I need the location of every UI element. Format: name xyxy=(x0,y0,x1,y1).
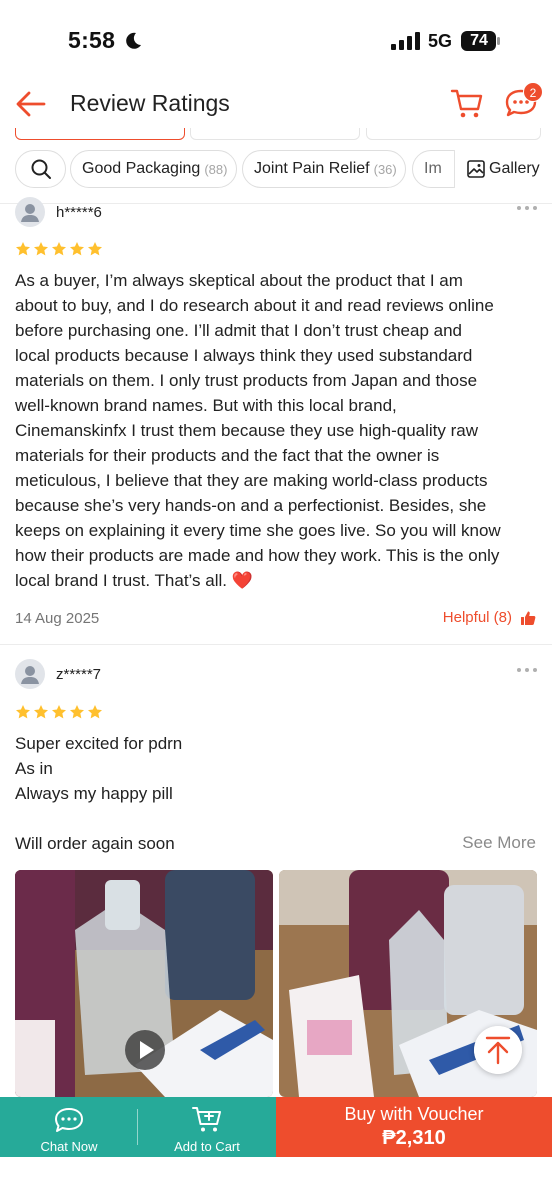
filter-chip-label: Good Packaging xyxy=(82,160,201,177)
star-rating xyxy=(15,241,103,257)
filter-chip-label: Joint Pain Relief xyxy=(254,160,370,177)
review-line: meticulous, I believe that they are maki… xyxy=(15,471,488,490)
cart-icon[interactable] xyxy=(450,86,484,120)
star-icon xyxy=(34,705,48,719)
status-time: 5:58 xyxy=(68,27,116,53)
rating-tab[interactable] xyxy=(366,128,541,140)
bottom-action-bar: Chat Now Add to Cart Buy with Voucher ₱2… xyxy=(0,1097,552,1157)
review-line: Always my happy pill xyxy=(15,784,173,803)
filter-chip-count: (88) xyxy=(204,161,228,177)
buy-with-voucher-button[interactable]: Buy with Voucher ₱2,310 xyxy=(276,1097,552,1157)
status-bar: 5:58 5G 74 xyxy=(0,0,552,80)
filter-chip-joint-pain-relief[interactable]: Joint Pain Relief (36) xyxy=(242,150,406,188)
add-cart-icon xyxy=(192,1107,221,1132)
review-line: about to buy, and I do research about it… xyxy=(15,296,494,315)
review-line: materials for their products and the fac… xyxy=(15,446,440,465)
network-type: 5G xyxy=(428,31,453,51)
review-line: materials on them. I only trust products… xyxy=(15,371,478,390)
search-icon xyxy=(31,159,51,179)
star-icon xyxy=(16,705,30,719)
filter-chip-label: Im xyxy=(424,160,442,177)
chat-badge: 2 xyxy=(523,82,543,102)
filter-chip-count: (36) xyxy=(373,161,397,177)
star-icon xyxy=(16,242,30,256)
gallery-icon xyxy=(467,160,485,178)
reviewer-username: z*****7 xyxy=(56,666,102,683)
moon-icon xyxy=(126,32,141,49)
page-title: Review Ratings xyxy=(70,90,230,116)
rating-tab[interactable] xyxy=(190,128,360,140)
reviewer-username: h*****6 xyxy=(56,204,102,221)
star-icon xyxy=(34,242,48,256)
rating-tab-active[interactable] xyxy=(15,128,185,140)
more-icon[interactable] xyxy=(516,667,538,673)
star-rating xyxy=(15,704,103,720)
arrow-up-icon[interactable] xyxy=(474,1026,522,1074)
buy-price: ₱2,310 xyxy=(382,1127,446,1149)
star-icon xyxy=(88,705,102,719)
avatar xyxy=(15,197,45,227)
app-header: Review Ratings 2 xyxy=(0,80,552,128)
buy-label: Buy with Voucher xyxy=(344,1104,484,1124)
see-more-link[interactable]: See More xyxy=(462,833,536,853)
star-icon xyxy=(52,705,66,719)
review-line: As a buyer, I’m always skeptical about t… xyxy=(15,271,463,290)
review-line: Cinemanskinfx I trust them because they … xyxy=(15,421,479,440)
avatar-icon xyxy=(21,204,39,222)
add-to-cart-label: Add to Cart xyxy=(174,1139,240,1154)
play-icon[interactable] xyxy=(125,1030,165,1070)
review-line: because she’s very hands-on and a perfec… xyxy=(15,496,487,515)
review-text: As a buyer, I’m always skeptical about t… xyxy=(15,268,545,593)
search-chip[interactable] xyxy=(15,150,66,188)
review-line: local products because I always think th… xyxy=(15,346,473,365)
signal-icon xyxy=(391,32,420,50)
review-line xyxy=(15,806,545,831)
chat-now-label: Chat Now xyxy=(40,1139,98,1154)
review-line: As in xyxy=(15,759,53,778)
rating-tabs xyxy=(0,128,552,142)
battery-level: 74 xyxy=(470,32,488,49)
star-icon xyxy=(88,242,102,256)
review-line: before purchasing one. I’ll admit that I… xyxy=(15,321,462,340)
review-line: well-known brand names. But with this lo… xyxy=(15,396,397,415)
chat-now-button[interactable]: Chat Now xyxy=(0,1097,138,1157)
star-icon xyxy=(70,242,84,256)
gallery-label: Gallery xyxy=(489,160,540,177)
filter-chips: Good Packaging (88) Joint Pain Relief (3… xyxy=(0,150,552,190)
gallery-filter[interactable]: Gallery xyxy=(454,150,540,188)
helpful-label: Helpful (8) xyxy=(442,609,512,626)
star-icon xyxy=(52,242,66,256)
star-icon xyxy=(70,705,84,719)
review-line: keeps on explaining it every time she go… xyxy=(15,521,501,540)
review-line: how their products are made and how they… xyxy=(15,546,500,565)
back-arrow-icon[interactable] xyxy=(14,88,48,120)
review-date: 14 Aug 2025 xyxy=(15,610,100,627)
avatar-icon xyxy=(21,666,39,684)
filter-chip-good-packaging[interactable]: Good Packaging (88) xyxy=(70,150,237,188)
review-line: local brand I trust. That’s all. ❤️ xyxy=(15,571,253,590)
chat-icon xyxy=(55,1108,83,1132)
review-separator xyxy=(0,644,552,645)
more-icon[interactable] xyxy=(516,205,538,211)
avatar xyxy=(15,659,45,689)
thumbs-up-icon xyxy=(521,611,536,625)
add-to-cart-button[interactable]: Add to Cart xyxy=(138,1097,276,1157)
helpful-button[interactable]: Helpful (8) xyxy=(443,609,536,626)
review-line: Super excited for pdrn xyxy=(15,734,183,753)
